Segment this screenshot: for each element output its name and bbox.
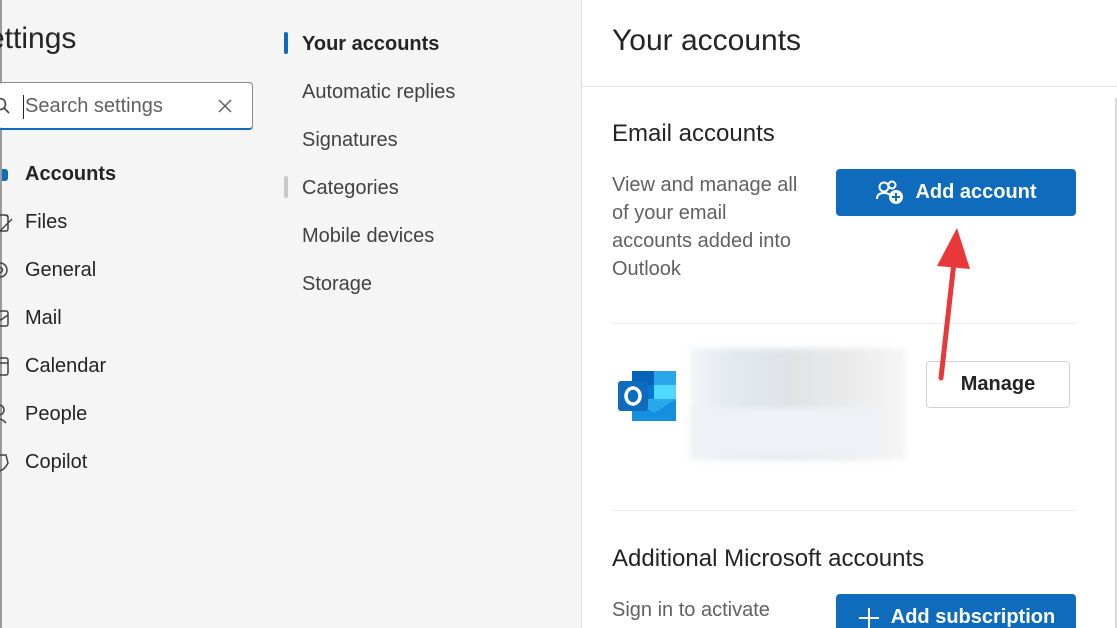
page-title: Your accounts (612, 24, 802, 57)
nav-item-label: Copilot (25, 450, 88, 473)
settings-nav-panel: ettings Accounts Files (0, 0, 281, 628)
gear-icon (0, 262, 8, 278)
search-settings-box[interactable] (0, 82, 253, 130)
plus-icon (858, 607, 879, 628)
nav-item-label: Files (25, 210, 68, 233)
account-email-redacted (690, 348, 906, 460)
nav-item-calendar[interactable]: Calendar (0, 342, 283, 390)
mail-icon (0, 310, 9, 327)
search-input[interactable] (25, 91, 215, 121)
accounts-subnav: Your accounts Automatic replies Signatur… (281, 20, 581, 308)
calendar-icon (0, 357, 9, 376)
email-accounts-heading: Email accounts (612, 120, 775, 147)
subnav-signatures[interactable]: Signatures (281, 116, 581, 164)
section-divider (612, 510, 1076, 511)
nav-item-people[interactable]: People (0, 390, 283, 438)
account-details-redacted (690, 408, 880, 456)
active-indicator (284, 32, 288, 54)
nav-item-label: Calendar (25, 354, 107, 377)
nav-item-label: Accounts (25, 162, 117, 185)
additional-accounts-heading: Additional Microsoft accounts (612, 545, 925, 572)
add-subscription-button[interactable]: Add subscription (836, 594, 1076, 628)
close-icon[interactable] (216, 97, 234, 115)
nav-item-mail[interactable]: Mail (0, 294, 283, 342)
outlook-logo-icon (618, 371, 676, 421)
add-subscription-label: Add subscription (890, 606, 1056, 628)
your-accounts-pane: Your accounts Email accounts View and ma… (581, 0, 1117, 628)
settings-title: ettings (0, 22, 77, 55)
settings-category-list: Accounts Files General Mail Calendar Peo… (0, 150, 283, 486)
copilot-icon (0, 454, 9, 472)
subnav-label: Storage (302, 272, 373, 295)
additional-accounts-description: Sign in to activate (612, 599, 770, 621)
subnav-storage[interactable]: Storage (281, 260, 581, 308)
nav-item-general[interactable]: General (0, 246, 283, 294)
active-indicator (2, 169, 8, 181)
add-people-icon (876, 180, 904, 204)
nav-item-label: Mail (25, 306, 62, 329)
text-caret (23, 95, 24, 119)
subnav-label: Categories (302, 176, 399, 199)
paperclip-icon (0, 214, 13, 232)
subnav-label: Automatic replies (302, 80, 456, 103)
add-account-label: Add account (915, 181, 1037, 203)
nav-item-accounts[interactable]: Accounts (2, 150, 283, 198)
subnav-mobile-devices[interactable]: Mobile devices (281, 212, 581, 260)
accounts-subnav-panel: Your accounts Automatic replies Signatur… (281, 0, 581, 628)
nav-item-label: General (25, 258, 97, 281)
email-accounts-description: View and manage all of your email accoun… (612, 174, 798, 280)
subnav-label: Mobile devices (302, 224, 435, 247)
search-icon (0, 97, 10, 114)
people-icon (0, 404, 7, 424)
nav-item-label: People (25, 402, 88, 425)
pane-header: Your accounts (582, 0, 1117, 87)
add-account-button[interactable]: Add account (836, 169, 1076, 216)
nav-item-copilot[interactable]: Copilot (0, 438, 283, 486)
section-divider (612, 323, 1076, 324)
subnav-automatic-replies[interactable]: Automatic replies (281, 68, 581, 116)
hover-indicator (284, 176, 288, 198)
subnav-your-accounts[interactable]: Your accounts (281, 20, 581, 68)
manage-account-button[interactable]: Manage (926, 361, 1070, 408)
subnav-label: Signatures (302, 128, 398, 151)
subnav-label: Your accounts (302, 32, 440, 55)
subnav-categories[interactable]: Categories (281, 164, 581, 212)
nav-item-files[interactable]: Files (0, 198, 283, 246)
